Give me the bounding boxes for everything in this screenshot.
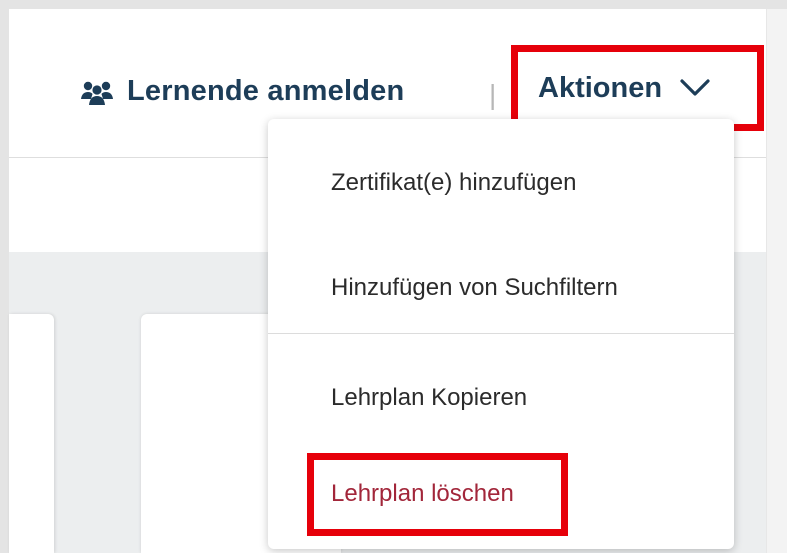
menu-item-label: Hinzufügen von Suchfiltern: [331, 274, 618, 301]
actions-dropdown-menu: Zertifikat(e) hinzufügen Hinzufügen von …: [268, 119, 734, 549]
menu-item-copy-curriculum[interactable]: Lehrplan Kopieren: [268, 368, 734, 428]
enroll-learners-button[interactable]: Lernende anmelden: [79, 75, 404, 108]
menu-item-add-search-filters[interactable]: Hinzufügen von Suchfiltern: [268, 258, 734, 318]
users-icon: [81, 81, 113, 105]
menu-divider: [268, 333, 734, 334]
app-window: Lernende anmelden | Aktionen Zertifikat(…: [9, 9, 766, 553]
header-separator: |: [489, 79, 497, 110]
menu-item-add-certificates[interactable]: Zertifikat(e) hinzufügen: [268, 153, 734, 213]
actions-label: Aktionen: [538, 71, 663, 104]
chevron-down-icon: [680, 79, 710, 96]
highlight-box: [307, 453, 568, 536]
menu-item-label: Lehrplan Kopieren: [331, 384, 528, 411]
window-frame-top: [0, 0, 787, 9]
content-card: [9, 314, 54, 553]
scrollbar-track[interactable]: [766, 9, 787, 553]
menu-item-label: Zertifikat(e) hinzufügen: [331, 169, 577, 196]
window-frame-left: [0, 0, 9, 553]
enroll-learners-label: Lernende anmelden: [127, 75, 405, 107]
